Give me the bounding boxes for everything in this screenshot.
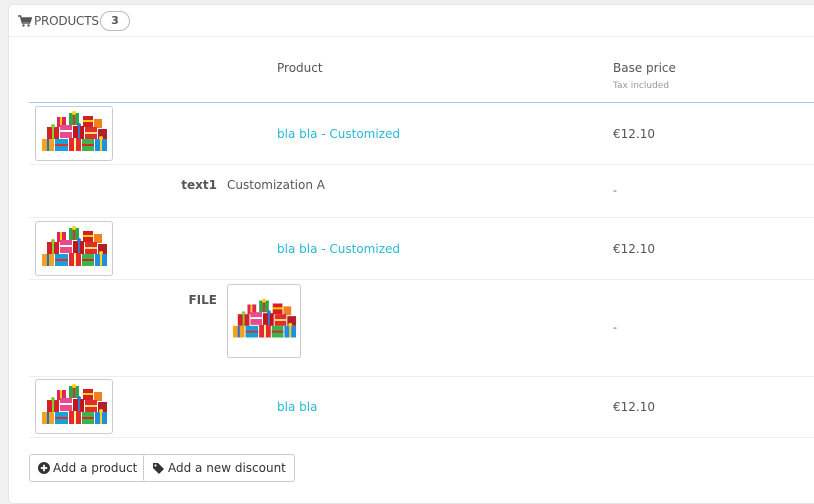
- add-product-label: Add a product: [53, 461, 138, 475]
- row-divider: [29, 279, 814, 280]
- add-discount-label: Add a new discount: [168, 461, 286, 475]
- product-price: €12.10: [613, 242, 655, 256]
- tag-icon: [153, 462, 164, 474]
- panel-title: Products: [34, 14, 99, 28]
- product-thumbnail: [35, 379, 113, 434]
- header-divider: [29, 102, 814, 103]
- row-divider: [29, 217, 814, 218]
- row-divider: [29, 376, 814, 377]
- product-price: €12.10: [613, 400, 655, 414]
- customization-price: -: [613, 321, 617, 334]
- product-link[interactable]: bla bla - Customized: [277, 127, 400, 141]
- customization-value: Customization A: [227, 178, 325, 192]
- product-link[interactable]: bla bla: [277, 400, 317, 414]
- panel-heading: Products 3: [9, 5, 814, 37]
- column-header-product: Product: [277, 61, 323, 75]
- shopping-cart-icon: [18, 15, 32, 27]
- gift-image: [39, 384, 109, 428]
- customization-price: -: [613, 184, 617, 197]
- customization-label: FILE: [188, 293, 217, 307]
- gift-image: [39, 226, 109, 270]
- gift-image: [39, 111, 109, 155]
- product-thumbnail: [35, 106, 113, 161]
- gift-image: [230, 298, 298, 342]
- product-count-badge: 3: [100, 11, 130, 31]
- row-divider: [29, 164, 814, 165]
- products-panel: Products 3 Product Base price Tax includ…: [8, 4, 814, 504]
- customization-label: text1: [181, 178, 217, 192]
- product-link[interactable]: bla bla - Customized: [277, 242, 400, 256]
- column-header-base-price: Base price: [613, 61, 676, 75]
- customization-file-image[interactable]: [227, 284, 301, 358]
- row-divider: [29, 437, 814, 438]
- product-price: €12.10: [613, 127, 655, 141]
- column-subheader-tax: Tax included: [613, 81, 670, 91]
- plus-circle-icon: [38, 461, 50, 474]
- product-thumbnail: [35, 221, 113, 276]
